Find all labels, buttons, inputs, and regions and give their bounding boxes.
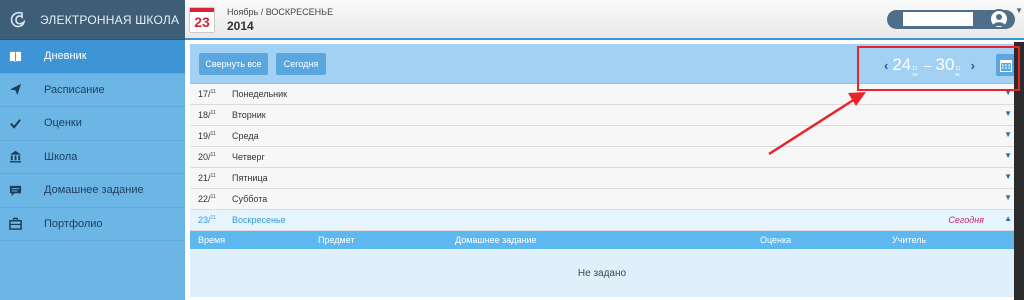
- day-row[interactable]: 21/11 Пятница ▼: [190, 168, 1014, 189]
- chevron-down-icon[interactable]: ▼: [1004, 193, 1012, 202]
- col-homework: Домашнее задание: [455, 235, 537, 245]
- sidebar-item-label: Школа: [44, 150, 78, 163]
- sidebar-item-label: Домашнее задание: [44, 184, 144, 197]
- paper-plane-icon: [8, 83, 22, 97]
- day-number: 21/11: [198, 173, 216, 183]
- day-name: Четверг: [232, 152, 265, 162]
- current-day: 23: [194, 14, 210, 30]
- col-teacher: Учитель: [892, 235, 927, 245]
- chevron-down-icon[interactable]: ▼: [1004, 172, 1012, 181]
- logo-bar: ЭЛЕКТРОННАЯ ШКОЛА: [0, 0, 185, 40]
- chevron-down-icon[interactable]: ▼: [1004, 109, 1012, 118]
- book-icon: [8, 49, 22, 63]
- logo-icon: [6, 8, 30, 32]
- day-name: Суббота: [232, 194, 268, 204]
- day-row[interactable]: 20/11 Четверг ▼: [190, 147, 1014, 168]
- current-year: 2014: [227, 19, 254, 33]
- chevron-down-icon[interactable]: ▼: [1004, 130, 1012, 139]
- chevron-down-icon[interactable]: ▼: [1015, 6, 1023, 15]
- sidebar: ЭЛЕКТРОННАЯ ШКОЛА Дневник Расписание Оце…: [0, 0, 185, 300]
- sidebar-item-schedule[interactable]: Расписание: [0, 74, 185, 107]
- sidebar-item-label: Дневник: [44, 50, 87, 63]
- sidebar-item-label: Портфолио: [44, 217, 103, 230]
- avatar-icon[interactable]: [989, 9, 1009, 29]
- day-number: 22/11: [198, 194, 216, 204]
- sidebar-item-portfolio[interactable]: Портфолио: [0, 208, 185, 241]
- day-row[interactable]: 22/11 Суббота ▼: [190, 189, 1014, 210]
- user-menu[interactable]: [887, 9, 1015, 29]
- empty-message: Не задано: [577, 267, 627, 279]
- chevron-up-icon[interactable]: ▲: [1004, 214, 1012, 223]
- sidebar-item-school[interactable]: Школа: [0, 141, 185, 174]
- day-row[interactable]: 19/11 Среда ▼: [190, 126, 1014, 147]
- bank-icon: [8, 150, 22, 164]
- checkmark-icon: [8, 116, 22, 130]
- collapse-all-button[interactable]: Свернуть все: [199, 53, 268, 75]
- sidebar-item-homework[interactable]: Домашнее задание: [0, 174, 185, 208]
- current-month-weekday: Ноябрь / ВОСКРЕСЕНЬЕ: [227, 7, 334, 17]
- sidebar-item-grades[interactable]: Оценки: [0, 107, 185, 141]
- col-subject: Предмет: [318, 235, 355, 245]
- day-name: Пятница: [232, 173, 268, 183]
- col-time: Время: [198, 235, 226, 245]
- briefcase-icon: [8, 217, 22, 231]
- day-row-today[interactable]: 23/11 Воскресенье Сегодня ▲: [190, 210, 1014, 231]
- today-button[interactable]: Сегодня: [276, 53, 326, 75]
- day-number: 19/11: [198, 131, 216, 141]
- sidebar-item-label: Оценки: [44, 117, 82, 130]
- lessons-table-header: Время Предмет Домашнее задание Оценка Уч…: [190, 231, 1014, 249]
- day-number: 23/11: [198, 215, 216, 225]
- day-number: 17/11: [198, 89, 216, 99]
- top-header: 23 Ноябрь / ВОСКРЕСЕНЬЕ 2014 ▼: [185, 0, 1024, 40]
- day-row[interactable]: 18/11 Вторник ▼: [190, 105, 1014, 126]
- calendar-day-icon: 23: [189, 7, 215, 33]
- sidebar-item-diary[interactable]: Дневник: [0, 40, 185, 74]
- day-name: Вторник: [232, 110, 266, 120]
- day-name: Среда: [232, 131, 259, 141]
- day-number: 20/11: [198, 152, 216, 162]
- col-grade: Оценка: [760, 235, 792, 245]
- today-label: Сегодня: [948, 215, 984, 225]
- user-name-field: [903, 12, 973, 26]
- lessons-table-empty: Не задано: [190, 249, 1014, 297]
- annotation-highlight-box: [857, 46, 1020, 91]
- chat-icon: [8, 183, 22, 197]
- day-number: 18/11: [198, 110, 216, 120]
- app-title: ЭЛЕКТРОННАЯ ШКОЛА: [40, 12, 180, 27]
- sidebar-item-label: Расписание: [44, 83, 105, 96]
- day-name: Воскресенье: [232, 215, 286, 225]
- chevron-down-icon[interactable]: ▼: [1004, 151, 1012, 160]
